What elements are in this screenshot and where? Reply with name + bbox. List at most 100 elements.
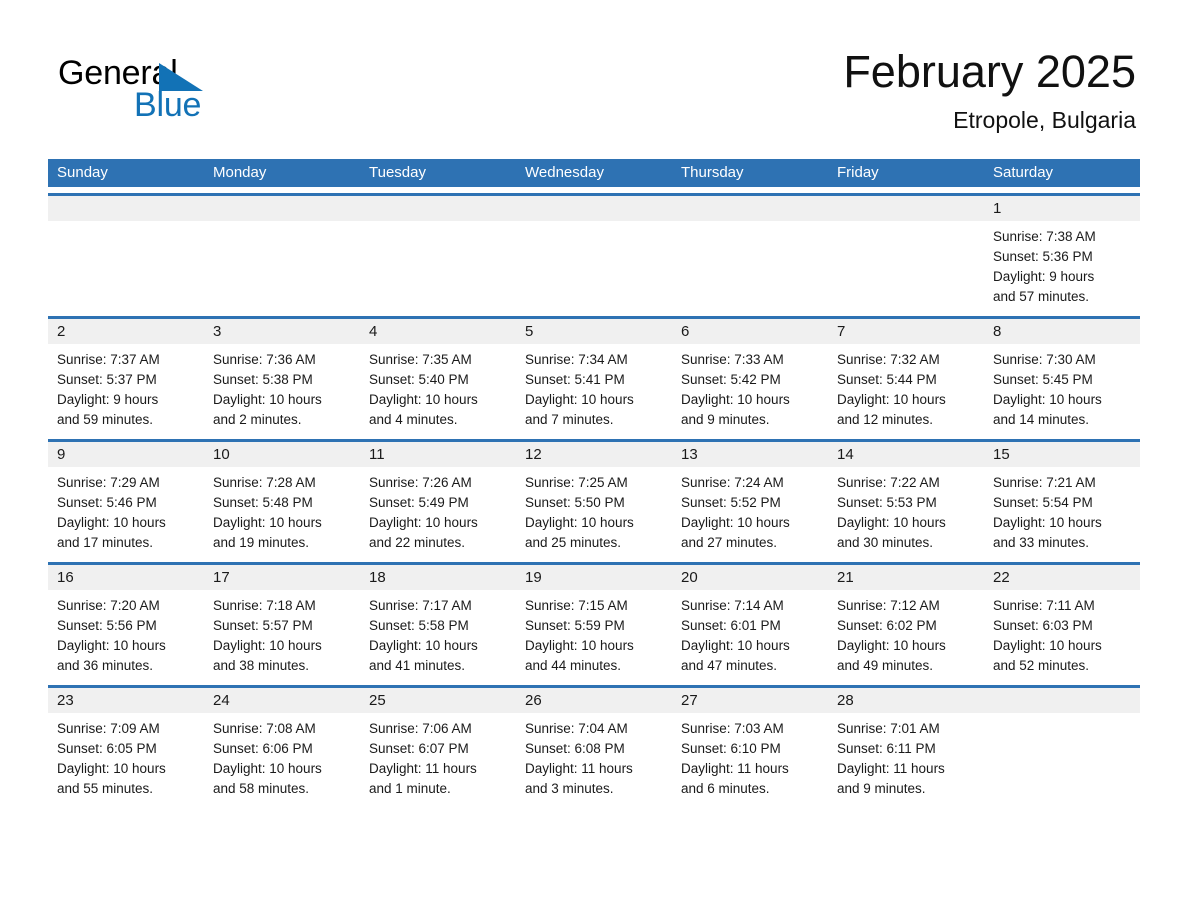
day-number: 16 (48, 565, 204, 590)
day-info-daylight2: and 9 minutes. (681, 412, 770, 427)
weekday-header-saturday: Saturday (993, 164, 1054, 181)
day-cell-1[interactable]: 1 Sunrise: 7:38 AM Sunset: 5:36 PM Daylight… (984, 196, 1140, 307)
day-cell-21[interactable]: 21 Sunrise: 7:12 AM Sunset: 6:02 PM Dayligh… (828, 565, 984, 676)
day-info: Sunrise: 7:26 AM Sunset: 5:49 PM Daylight:… (360, 467, 516, 553)
day-info-sunset: Sunset: 5:48 PM (213, 495, 313, 510)
day-number: 17 (204, 565, 360, 590)
day-info-daylight1: Daylight: 10 hours (837, 392, 946, 407)
day-cell-3[interactable]: 3 Sunrise: 7:36 AM Sunset: 5:38 PM Daylight… (204, 319, 360, 430)
day-cell-4[interactable]: 4 Sunrise: 7:35 AM Sunset: 5:40 PM Daylight… (360, 319, 516, 430)
day-info-spacer (681, 227, 819, 245)
day-info-daylight1: Daylight: 10 hours (993, 638, 1102, 653)
day-info (984, 713, 1140, 737)
day-info (204, 221, 360, 301)
day-info: Sunrise: 7:22 AM Sunset: 5:53 PM Daylight:… (828, 467, 984, 553)
general-blue-logo[interactable]: General Blue (58, 54, 358, 130)
day-info-sunrise: Sunrise: 7:25 AM (525, 475, 628, 490)
weekday-header-row: Sunday Monday Tuesday Wednesday Thursday Frid… (48, 159, 1140, 187)
day-info-daylight2: and 4 minutes. (369, 412, 458, 427)
day-info-daylight2: and 12 minutes. (837, 412, 934, 427)
day-info-sunset: Sunset: 5:37 PM (57, 372, 157, 387)
day-info: Sunrise: 7:38 AM Sunset: 5:36 PM Daylight:… (984, 221, 1140, 307)
day-number: 15 (984, 442, 1140, 467)
day-cell-14[interactable]: 14 Sunrise: 7:22 AM Sunset: 5:53 PM Dayligh… (828, 442, 984, 553)
day-info-daylight1: Daylight: 11 hours (837, 761, 945, 776)
day-info-sunrise: Sunrise: 7:14 AM (681, 598, 784, 613)
day-info-daylight2: and 44 minutes. (525, 658, 622, 673)
day-info-sunset: Sunset: 5:44 PM (837, 372, 937, 387)
day-number: 13 (672, 442, 828, 467)
day-cell-18[interactable]: 18 Sunrise: 7:17 AM Sunset: 5:58 PM Dayligh… (360, 565, 516, 676)
day-info-spacer (993, 719, 1131, 737)
day-cell-23[interactable]: 23 Sunrise: 7:09 AM Sunset: 6:05 PM Dayligh… (48, 688, 204, 799)
day-cell-5[interactable]: 5 Sunrise: 7:34 AM Sunset: 5:41 PM Daylight… (516, 319, 672, 430)
day-info-sunrise: Sunrise: 7:04 AM (525, 721, 628, 736)
day-number (828, 196, 984, 221)
day-number (360, 196, 516, 221)
day-number: 10 (204, 442, 360, 467)
day-info-sunset: Sunset: 5:36 PM (993, 249, 1093, 264)
day-cell-26[interactable]: 26 Sunrise: 7:04 AM Sunset: 6:08 PM Dayligh… (516, 688, 672, 799)
calendar-week-row: 9 Sunrise: 7:29 AM Sunset: 5:46 PM Daylight… (48, 439, 1140, 553)
day-info-daylight1: Daylight: 10 hours (681, 638, 790, 653)
day-info-sunrise: Sunrise: 7:08 AM (213, 721, 316, 736)
day-info-daylight1: Daylight: 10 hours (525, 638, 634, 653)
day-number: 5 (516, 319, 672, 344)
day-cell-6[interactable]: 6 Sunrise: 7:33 AM Sunset: 5:42 PM Daylight… (672, 319, 828, 430)
day-number: 11 (360, 442, 516, 467)
day-cell-17[interactable]: 17 Sunrise: 7:18 AM Sunset: 5:57 PM Dayligh… (204, 565, 360, 676)
day-info: Sunrise: 7:06 AM Sunset: 6:07 PM Daylight:… (360, 713, 516, 799)
day-number: 24 (204, 688, 360, 713)
day-cell-11[interactable]: 11 Sunrise: 7:26 AM Sunset: 5:49 PM Dayligh… (360, 442, 516, 553)
day-info-sunrise: Sunrise: 7:33 AM (681, 352, 784, 367)
day-number (672, 196, 828, 221)
day-cell-24[interactable]: 24 Sunrise: 7:08 AM Sunset: 6:06 PM Dayligh… (204, 688, 360, 799)
day-info-daylight2: and 38 minutes. (213, 658, 310, 673)
day-info-daylight2: and 52 minutes. (993, 658, 1090, 673)
weekday-header-sunday: Sunday (57, 164, 108, 181)
day-cell-25[interactable]: 25 Sunrise: 7:06 AM Sunset: 6:07 PM Dayligh… (360, 688, 516, 799)
day-cell-10[interactable]: 10 Sunrise: 7:28 AM Sunset: 5:48 PM Dayligh… (204, 442, 360, 553)
day-info: Sunrise: 7:35 AM Sunset: 5:40 PM Daylight:… (360, 344, 516, 430)
day-number: 3 (204, 319, 360, 344)
day-info-daylight1: Daylight: 11 hours (369, 761, 477, 776)
day-cell-20[interactable]: 20 Sunrise: 7:14 AM Sunset: 6:01 PM Dayligh… (672, 565, 828, 676)
day-info-sunrise: Sunrise: 7:30 AM (993, 352, 1096, 367)
day-info-daylight1: Daylight: 10 hours (57, 515, 166, 530)
day-info-sunset: Sunset: 5:59 PM (525, 618, 625, 633)
day-number: 27 (672, 688, 828, 713)
day-cell-8[interactable]: 8 Sunrise: 7:30 AM Sunset: 5:45 PM Daylight… (984, 319, 1140, 430)
day-cell-empty (672, 196, 828, 307)
day-info: Sunrise: 7:24 AM Sunset: 5:52 PM Daylight:… (672, 467, 828, 553)
day-number: 6 (672, 319, 828, 344)
day-info-sunrise: Sunrise: 7:28 AM (213, 475, 316, 490)
day-info: Sunrise: 7:08 AM Sunset: 6:06 PM Daylight:… (204, 713, 360, 799)
day-cell-12[interactable]: 12 Sunrise: 7:25 AM Sunset: 5:50 PM Dayligh… (516, 442, 672, 553)
day-cell-7[interactable]: 7 Sunrise: 7:32 AM Sunset: 5:44 PM Daylight… (828, 319, 984, 430)
day-info-sunset: Sunset: 6:05 PM (57, 741, 157, 756)
day-info-sunrise: Sunrise: 7:20 AM (57, 598, 160, 613)
day-cell-empty (984, 688, 1140, 799)
day-cell-15[interactable]: 15 Sunrise: 7:21 AM Sunset: 5:54 PM Dayligh… (984, 442, 1140, 553)
day-info-sunset: Sunset: 6:06 PM (213, 741, 313, 756)
day-info: Sunrise: 7:12 AM Sunset: 6:02 PM Daylight:… (828, 590, 984, 676)
day-info-daylight1: Daylight: 10 hours (57, 761, 166, 776)
day-cell-9[interactable]: 9 Sunrise: 7:29 AM Sunset: 5:46 PM Daylight… (48, 442, 204, 553)
day-cell-13[interactable]: 13 Sunrise: 7:24 AM Sunset: 5:52 PM Dayligh… (672, 442, 828, 553)
day-info (360, 221, 516, 301)
day-info: Sunrise: 7:15 AM Sunset: 5:59 PM Daylight:… (516, 590, 672, 676)
day-number: 1 (984, 196, 1140, 221)
day-number: 12 (516, 442, 672, 467)
day-cell-22[interactable]: 22 Sunrise: 7:11 AM Sunset: 6:03 PM Dayligh… (984, 565, 1140, 676)
day-info-sunrise: Sunrise: 7:12 AM (837, 598, 940, 613)
day-number: 4 (360, 319, 516, 344)
location-subtitle: Etropole, Bulgaria (953, 107, 1136, 133)
day-cell-28[interactable]: 28 Sunrise: 7:01 AM Sunset: 6:11 PM Dayligh… (828, 688, 984, 799)
day-info-sunset: Sunset: 5:41 PM (525, 372, 625, 387)
day-cell-19[interactable]: 19 Sunrise: 7:15 AM Sunset: 5:59 PM Dayligh… (516, 565, 672, 676)
day-cell-2[interactable]: 2 Sunrise: 7:37 AM Sunset: 5:37 PM Daylight… (48, 319, 204, 430)
day-info-sunset: Sunset: 5:54 PM (993, 495, 1093, 510)
day-cell-27[interactable]: 27 Sunrise: 7:03 AM Sunset: 6:10 PM Dayligh… (672, 688, 828, 799)
day-cell-16[interactable]: 16 Sunrise: 7:20 AM Sunset: 5:56 PM Dayligh… (48, 565, 204, 676)
weekday-header-friday: Friday (837, 164, 879, 181)
